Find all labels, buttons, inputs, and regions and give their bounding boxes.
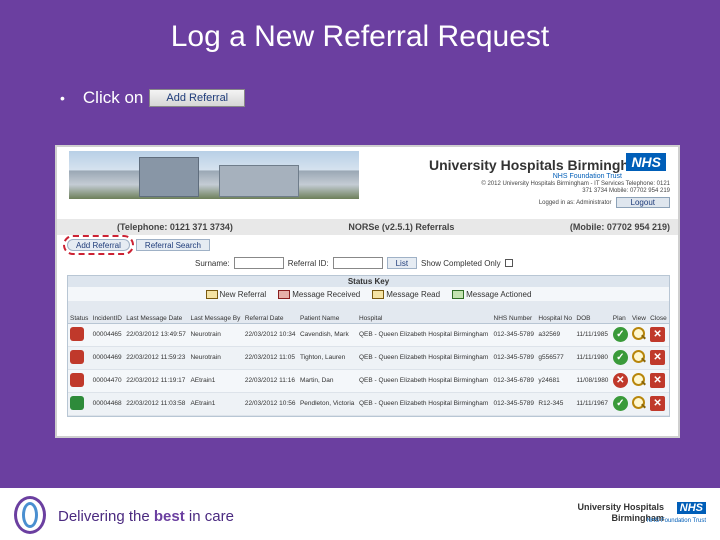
show-completed-checkbox[interactable] <box>504 259 513 267</box>
list-button[interactable]: List <box>386 257 418 269</box>
column-header: View <box>629 301 649 324</box>
view-magnifier-icon[interactable] <box>631 372 646 387</box>
column-header: Close <box>648 301 669 324</box>
envelope-icon <box>452 289 465 299</box>
column-header: Hospital No <box>536 301 575 324</box>
nhs-logo: NHS <box>626 153 666 171</box>
action-tabs: Add Referral Referral Search <box>57 235 678 255</box>
status-envelope-icon <box>70 372 84 387</box>
footer-trust-label: NHS Foundation Trust <box>646 518 706 524</box>
column-header: DOB <box>574 301 611 324</box>
close-x-icon[interactable]: ✕ <box>650 350 666 365</box>
envelope-icon <box>205 289 218 299</box>
plan-check-icon[interactable]: ✓ <box>612 327 628 342</box>
table-header-row: Status IncidentID Last Message Date Last… <box>68 301 669 324</box>
close-x-icon[interactable]: ✕ <box>650 396 666 411</box>
status-envelope-icon <box>70 395 84 410</box>
plan-check-icon[interactable]: ✓ <box>612 350 628 365</box>
column-header: Status <box>68 301 91 324</box>
show-completed-label: Show Completed Only <box>421 258 501 268</box>
status-envelope-icon <box>70 349 84 364</box>
status-envelope-icon <box>70 326 84 341</box>
app-header: University Hospitals Birmingham NHS NHS … <box>57 147 678 208</box>
referral-id-label: Referral ID: <box>287 258 329 268</box>
hospital-building-image <box>69 151 359 199</box>
column-header: Hospital <box>356 301 492 324</box>
referral-search-button[interactable]: Referral Search <box>135 239 210 251</box>
key-message-actioned: Message Actioned <box>452 289 531 299</box>
building-wing <box>219 165 299 197</box>
referral-id-input[interactable] <box>332 257 383 269</box>
table-row[interactable]: 00004469 22/03/2012 11:59:23 Neurotrain … <box>68 346 669 370</box>
footer-nhs-logo: NHS <box>676 502 706 514</box>
table-row[interactable]: 00004468 22/03/2012 11:03:58 AEtrain1 22… <box>68 392 669 416</box>
copyright-text: © 2012 University Hospitals Birmingham -… <box>481 181 670 194</box>
status-key-title: Status Key <box>68 276 669 287</box>
app-screenshot: University Hospitals Birmingham NHS NHS … <box>55 145 680 438</box>
telephone-text: (Telephone: 0121 371 3734) <box>117 222 233 232</box>
info-bar: (Telephone: 0121 371 3734) NORSe (v2.5.1… <box>57 219 678 235</box>
key-new-referral: New Referral <box>205 289 266 299</box>
column-header: Last Message By <box>188 301 243 324</box>
view-magnifier-icon[interactable] <box>631 395 646 410</box>
close-x-icon[interactable]: ✕ <box>650 373 666 388</box>
surname-input[interactable] <box>233 257 284 269</box>
envelope-icon <box>278 289 291 299</box>
column-header: NHS Number <box>491 301 537 324</box>
view-magnifier-icon[interactable] <box>631 349 646 364</box>
org-name: University Hospitals Birmingham <box>429 157 650 173</box>
view-magnifier-icon[interactable] <box>631 326 646 341</box>
status-key-row: New Referral Message Received Message Re… <box>68 287 669 301</box>
referrals-table: Status IncidentID Last Message Date Last… <box>68 301 669 416</box>
system-name: NORSe (v2.5.1) Referrals <box>348 222 455 232</box>
key-message-received: Message Received <box>278 289 360 299</box>
plan-check-icon[interactable]: ✓ <box>612 396 628 411</box>
add-referral-button[interactable]: Add Referral <box>63 235 134 255</box>
open-envelope-icon <box>372 289 385 299</box>
key-message-read: Message Read <box>372 289 440 299</box>
building-tower <box>139 157 199 197</box>
mobile-text: (Mobile: 07702 954 219) <box>569 222 670 232</box>
table-row[interactable]: 00004470 22/03/2012 11:19:17 AEtrain1 22… <box>68 369 669 393</box>
column-header: IncidentID <box>90 301 125 324</box>
logout-button[interactable]: Logout <box>615 197 670 208</box>
instruction-text: Click on <box>82 88 144 107</box>
instruction-bullet: • Click on Add Referral <box>60 88 246 108</box>
logged-in-text: Logged in as: Administrator <box>538 199 612 206</box>
swirl-logo-inner <box>22 502 38 528</box>
search-row: Surname: Referral ID: List Show Complete… <box>57 255 678 271</box>
logout-bar: Logged in as: Administrator Logout <box>539 197 670 208</box>
plan-x-icon[interactable]: ✕ <box>612 373 628 388</box>
column-header: Referral Date <box>242 301 298 324</box>
add-referral-button-image: Add Referral <box>149 89 246 107</box>
tagline: Delivering the best in care <box>58 508 234 525</box>
column-header: Plan <box>610 301 630 324</box>
referrals-panel: Status Key New Referral Message Received… <box>67 275 670 417</box>
bullet-dot: • <box>60 90 65 106</box>
column-header: Patient Name <box>297 301 357 324</box>
footer: Delivering the best in care University H… <box>0 488 720 540</box>
surname-label: Surname: <box>195 258 230 268</box>
close-x-icon[interactable]: ✕ <box>650 327 666 342</box>
column-header: Last Message Date <box>124 301 189 324</box>
table-row[interactable]: 00004465 22/03/2012 13:49:57 Neurotrain … <box>68 323 669 347</box>
slide-title: Log a New Referral Request <box>170 20 550 53</box>
trust-label: NHS Foundation Trust <box>552 173 622 180</box>
